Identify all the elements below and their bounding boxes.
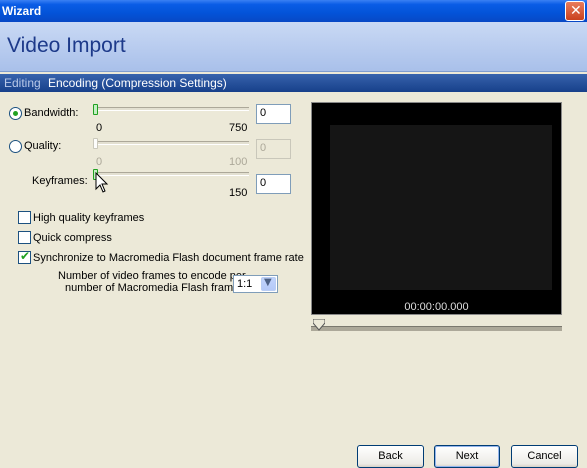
frame-ratio-label-line1: Number of video frames to encode per	[58, 270, 246, 282]
quality-input: 0	[256, 139, 291, 159]
frame-ratio-select[interactable]: 1:1 ▼	[233, 275, 278, 293]
keyframes-input[interactable]: 0	[256, 174, 291, 194]
quality-label: Quality:	[24, 140, 62, 152]
synchronize-label: Synchronize to Macromedia Flash document…	[33, 252, 304, 264]
close-button[interactable]: ✕	[565, 1, 585, 21]
back-button[interactable]: Back	[357, 445, 424, 468]
high-quality-keyframes-checkbox[interactable]	[18, 211, 31, 224]
close-icon: ✕	[570, 3, 582, 19]
quick-compress-checkbox[interactable]	[18, 231, 31, 244]
title-bar: Wizard ✕	[0, 0, 587, 22]
timecode: 00:00:00.000	[404, 301, 469, 313]
mouse-pointer-icon	[95, 172, 109, 193]
breadcrumb: Editing Encoding (Compression Settings)	[0, 74, 587, 92]
quality-slider-track	[96, 141, 249, 145]
radio-selected-dot	[13, 111, 18, 116]
window-title: Wizard	[2, 4, 42, 18]
next-button[interactable]: Next	[434, 445, 500, 468]
quality-min-label: 0	[96, 156, 103, 168]
playhead-thumb-icon[interactable]	[313, 319, 325, 331]
checkmark-icon: ✔	[20, 249, 31, 263]
page-title: Video Import	[7, 34, 126, 57]
quality-slider-thumb	[93, 138, 98, 149]
quality-radio[interactable]	[9, 140, 22, 153]
quality-max-label: 100	[229, 156, 248, 168]
quick-compress-label: Quick compress	[33, 232, 112, 244]
wizard-header: Video Import	[0, 22, 587, 72]
bandwidth-radio[interactable]	[9, 107, 22, 120]
bandwidth-slider-thumb[interactable]	[93, 104, 98, 115]
keyframes-max-label: 150	[229, 187, 248, 199]
bandwidth-label: Bandwidth:	[24, 107, 79, 119]
bandwidth-min-label: 0	[96, 122, 103, 134]
cancel-button[interactable]: Cancel	[511, 445, 578, 468]
bandwidth-slider-track[interactable]	[96, 107, 249, 111]
frame-ratio-value: 1:1	[237, 278, 253, 290]
bandwidth-input[interactable]: 0	[256, 104, 291, 124]
chevron-down-icon: ▼	[264, 277, 272, 288]
bandwidth-max-label: 750	[229, 122, 248, 134]
keyframes-label: Keyframes:	[32, 175, 88, 187]
keyframes-slider-track[interactable]	[96, 172, 249, 176]
video-frame	[330, 125, 552, 290]
frame-ratio-label-line2: number of Macromedia Flash frames	[65, 282, 245, 294]
breadcrumb-current: Encoding (Compression Settings)	[48, 76, 227, 90]
playhead-track[interactable]	[311, 326, 562, 331]
breadcrumb-previous: Editing	[4, 76, 41, 90]
synchronize-checkbox[interactable]: ✔	[18, 249, 31, 264]
dropdown-arrow-button[interactable]: ▼	[261, 277, 276, 291]
video-preview: 00:00:00.000	[311, 102, 562, 315]
high-quality-keyframes-label: High quality keyframes	[33, 212, 145, 224]
